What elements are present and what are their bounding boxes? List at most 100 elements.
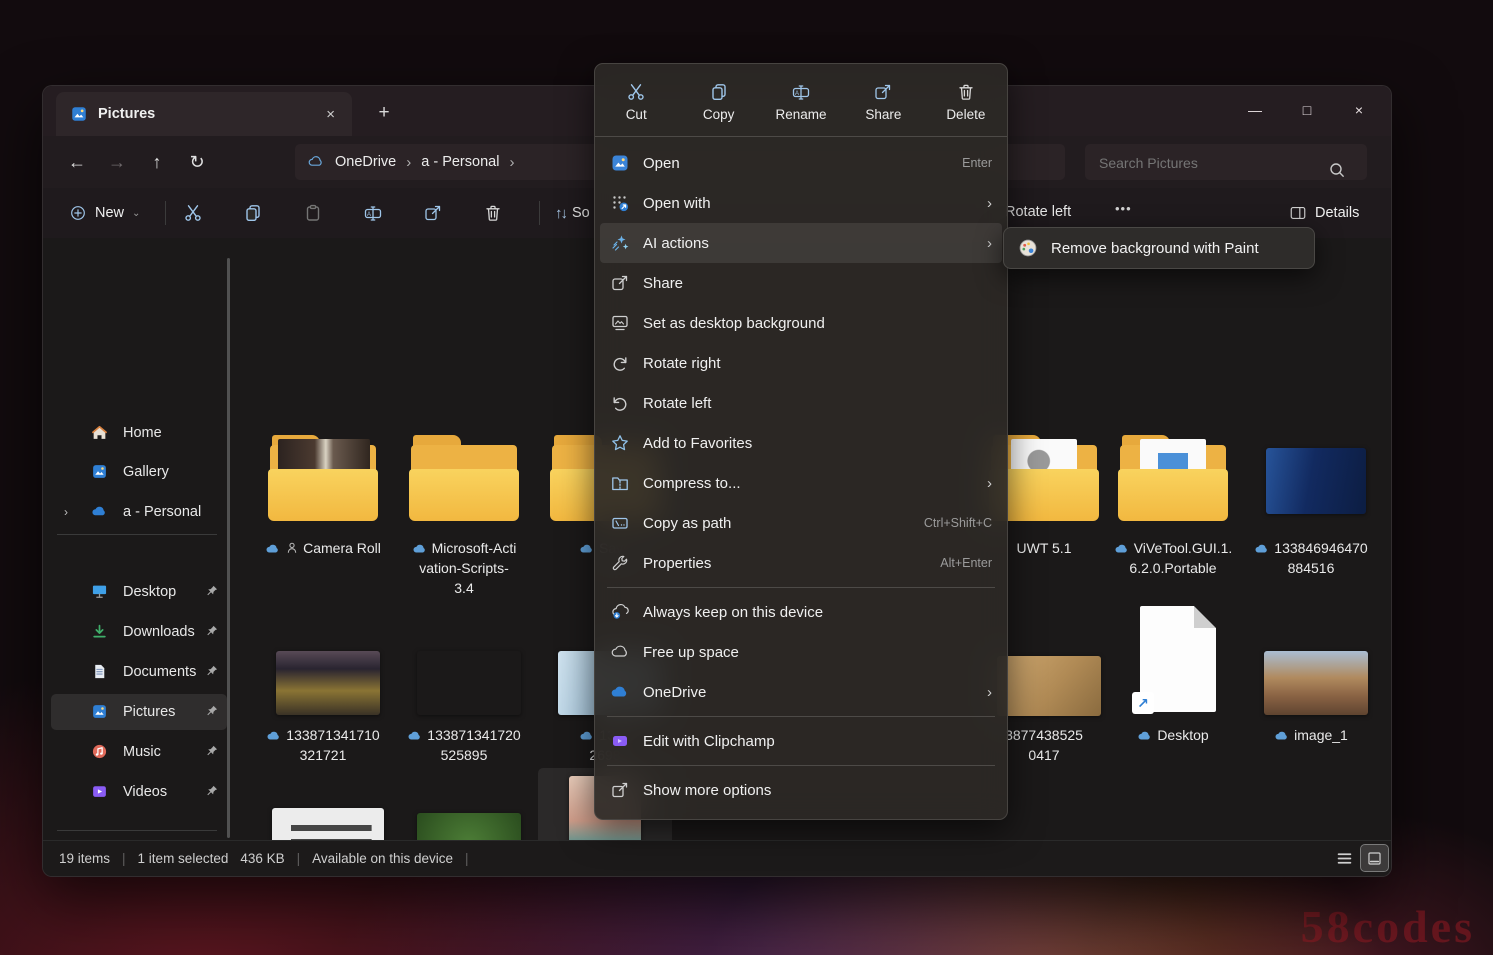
menu-item-label: Rotate right — [643, 355, 992, 372]
home-icon — [91, 424, 108, 441]
menu-item-rotate-left[interactable]: Rotate left — [600, 383, 1002, 423]
sidebar-item-gallery[interactable]: Gallery — [51, 454, 227, 490]
cloud-status-icon — [1137, 729, 1153, 741]
menu-command-cut[interactable]: Cut — [595, 78, 677, 122]
compress-icon — [610, 473, 630, 493]
menu-item-onedrive[interactable]: OneDrive› — [600, 672, 1002, 712]
menu-item-rotate-right[interactable]: Rotate right — [600, 343, 1002, 383]
expand-chevron-icon[interactable]: › — [59, 505, 73, 519]
status-bar: 19 items | 1 item selected 436 KB | Avai… — [43, 840, 1391, 876]
star-icon — [610, 433, 630, 453]
share-icon — [423, 203, 443, 223]
menu-item-ai-actions[interactable]: AI actions › — [600, 223, 1002, 263]
menu-item-always-keep-on-this-device[interactable]: Always keep on this device — [600, 592, 1002, 632]
file-name: Camera Roll — [303, 538, 381, 558]
sidebar-item-desktop[interactable]: Desktop — [51, 574, 227, 610]
close-button[interactable]: × — [1333, 86, 1385, 134]
watermark: 58codes — [1301, 900, 1475, 953]
see-more-button[interactable]: ••• — [1115, 201, 1132, 216]
sidebar-item-label: Home — [123, 425, 201, 441]
menu-command-copy[interactable]: Copy — [677, 78, 759, 122]
menu-separator — [607, 587, 995, 588]
breadcrumb-a-personal[interactable]: a - Personal — [421, 154, 499, 170]
sidebar-item-label: a - Personal — [123, 504, 201, 520]
tab-pictures[interactable]: Pictures × — [56, 92, 352, 136]
menu-item-compress-to[interactable]: Compress to...› — [600, 463, 1002, 503]
sort-button[interactable]: ↑↓ So — [555, 197, 590, 229]
toolbar-share-button[interactable] — [413, 197, 453, 229]
new-button[interactable]: New ⌄ — [61, 197, 148, 229]
minimize-button[interactable]: — — [1229, 86, 1281, 134]
menu-item-open[interactable]: OpenEnter — [600, 143, 1002, 183]
submenu-chevron-icon: › — [987, 235, 992, 252]
search-input[interactable] — [1097, 144, 1331, 182]
details-view-button[interactable] — [1331, 845, 1358, 871]
search-box[interactable] — [1085, 144, 1367, 180]
menu-item-edit-with-clipchamp[interactable]: Edit with Clipchamp — [600, 721, 1002, 761]
toolbar-copy-button[interactable] — [233, 197, 273, 229]
sort-icon: ↑↓ — [555, 205, 566, 222]
menu-item-copy-as-path[interactable]: Copy as pathCtrl+Shift+C — [600, 503, 1002, 543]
maximize-button[interactable]: □ — [1281, 86, 1333, 134]
toolbar-rename-button[interactable]: A — [353, 197, 393, 229]
videos-icon — [91, 783, 108, 800]
shortcut-arrow-icon: ↗ — [1132, 692, 1154, 714]
sidebar-item-documents[interactable]: Documents — [51, 654, 227, 690]
sidebar-item-home[interactable]: Home — [51, 415, 227, 451]
availability-status: Available on this device — [312, 851, 453, 866]
menu-item-set-as-desktop-background[interactable]: Set as desktop background — [600, 303, 1002, 343]
image-thumbnail — [1264, 651, 1368, 715]
details-button[interactable]: Details — [1289, 197, 1359, 229]
shortcut-file-icon: ↗ — [1140, 606, 1216, 712]
new-tab-button[interactable]: + — [369, 98, 399, 128]
menu-item-label: Share — [643, 275, 992, 292]
sidebar-item-downloads[interactable]: Downloads — [51, 614, 227, 650]
sidebar-divider — [57, 830, 217, 831]
menu-item-label: AI actions — [643, 235, 974, 252]
sidebar-item-pictures[interactable]: Pictures — [51, 694, 227, 730]
breadcrumb-chevron-icon[interactable]: › — [509, 154, 514, 171]
menu-item-label: Copy as path — [643, 515, 911, 532]
ai-actions-submenu-item[interactable]: Remove background with Paint — [1003, 227, 1315, 269]
back-button[interactable]: ← — [57, 152, 97, 173]
show-more-icon — [610, 780, 630, 800]
toolbar-paste-button[interactable] — [293, 197, 333, 229]
breadcrumb-chevron-icon[interactable]: › — [406, 154, 411, 171]
person-icon — [285, 541, 299, 555]
forward-button[interactable]: → — [97, 152, 137, 173]
context-menu: CutCopyARenameShareDeleteOpenEnterOpen w… — [594, 63, 1008, 820]
sidebar-item-a-personal[interactable]: › a - Personal — [51, 494, 227, 530]
menu-item-share[interactable]: Share — [600, 263, 1002, 303]
file-name: 321721 — [300, 745, 347, 765]
menu-item-free-up-space[interactable]: Free up space — [600, 632, 1002, 672]
selection-count: 1 item selected — [138, 851, 229, 866]
tab-close-icon[interactable]: × — [319, 104, 342, 125]
music-icon — [91, 743, 108, 760]
large-view-icon — [1366, 850, 1383, 867]
menu-item-label: Rotate left — [643, 395, 992, 412]
remove-background-label: Remove background with Paint — [1051, 240, 1259, 257]
menu-item-add-to-favorites[interactable]: Add to Favorites — [600, 423, 1002, 463]
menu-command-rename[interactable]: ARename — [760, 78, 842, 122]
menu-command-share[interactable]: Share — [842, 78, 924, 122]
rotate-left-toolbar-button[interactable]: Rotate left — [1005, 204, 1071, 220]
breadcrumb-onedrive[interactable]: OneDrive — [335, 154, 396, 170]
toolbar-delete-button[interactable] — [473, 197, 513, 229]
submenu-chevron-icon: › — [987, 684, 992, 701]
sidebar-item-label: Desktop — [123, 584, 201, 600]
rename-icon: A — [363, 203, 383, 223]
large-icons-view-button[interactable] — [1361, 845, 1388, 871]
menu-item-properties[interactable]: PropertiesAlt+Enter — [600, 543, 1002, 583]
menu-command-delete[interactable]: Delete — [925, 78, 1007, 122]
sidebar-scrollbar[interactable] — [227, 258, 230, 838]
up-button[interactable]: ↑ — [137, 152, 177, 173]
sidebar-item-music[interactable]: Music — [51, 734, 227, 770]
rotate-left-icon — [610, 393, 630, 413]
menu-item-label: Open with — [643, 195, 974, 212]
toolbar-cut-button[interactable] — [173, 197, 213, 229]
menu-item-open-with[interactable]: Open with› — [600, 183, 1002, 223]
sidebar-item-videos[interactable]: Videos — [51, 774, 227, 810]
menu-item-show-more-options[interactable]: Show more options — [600, 770, 1002, 810]
refresh-button[interactable]: ↻ — [177, 152, 217, 173]
menu-item-label: Set as desktop background — [643, 315, 992, 332]
